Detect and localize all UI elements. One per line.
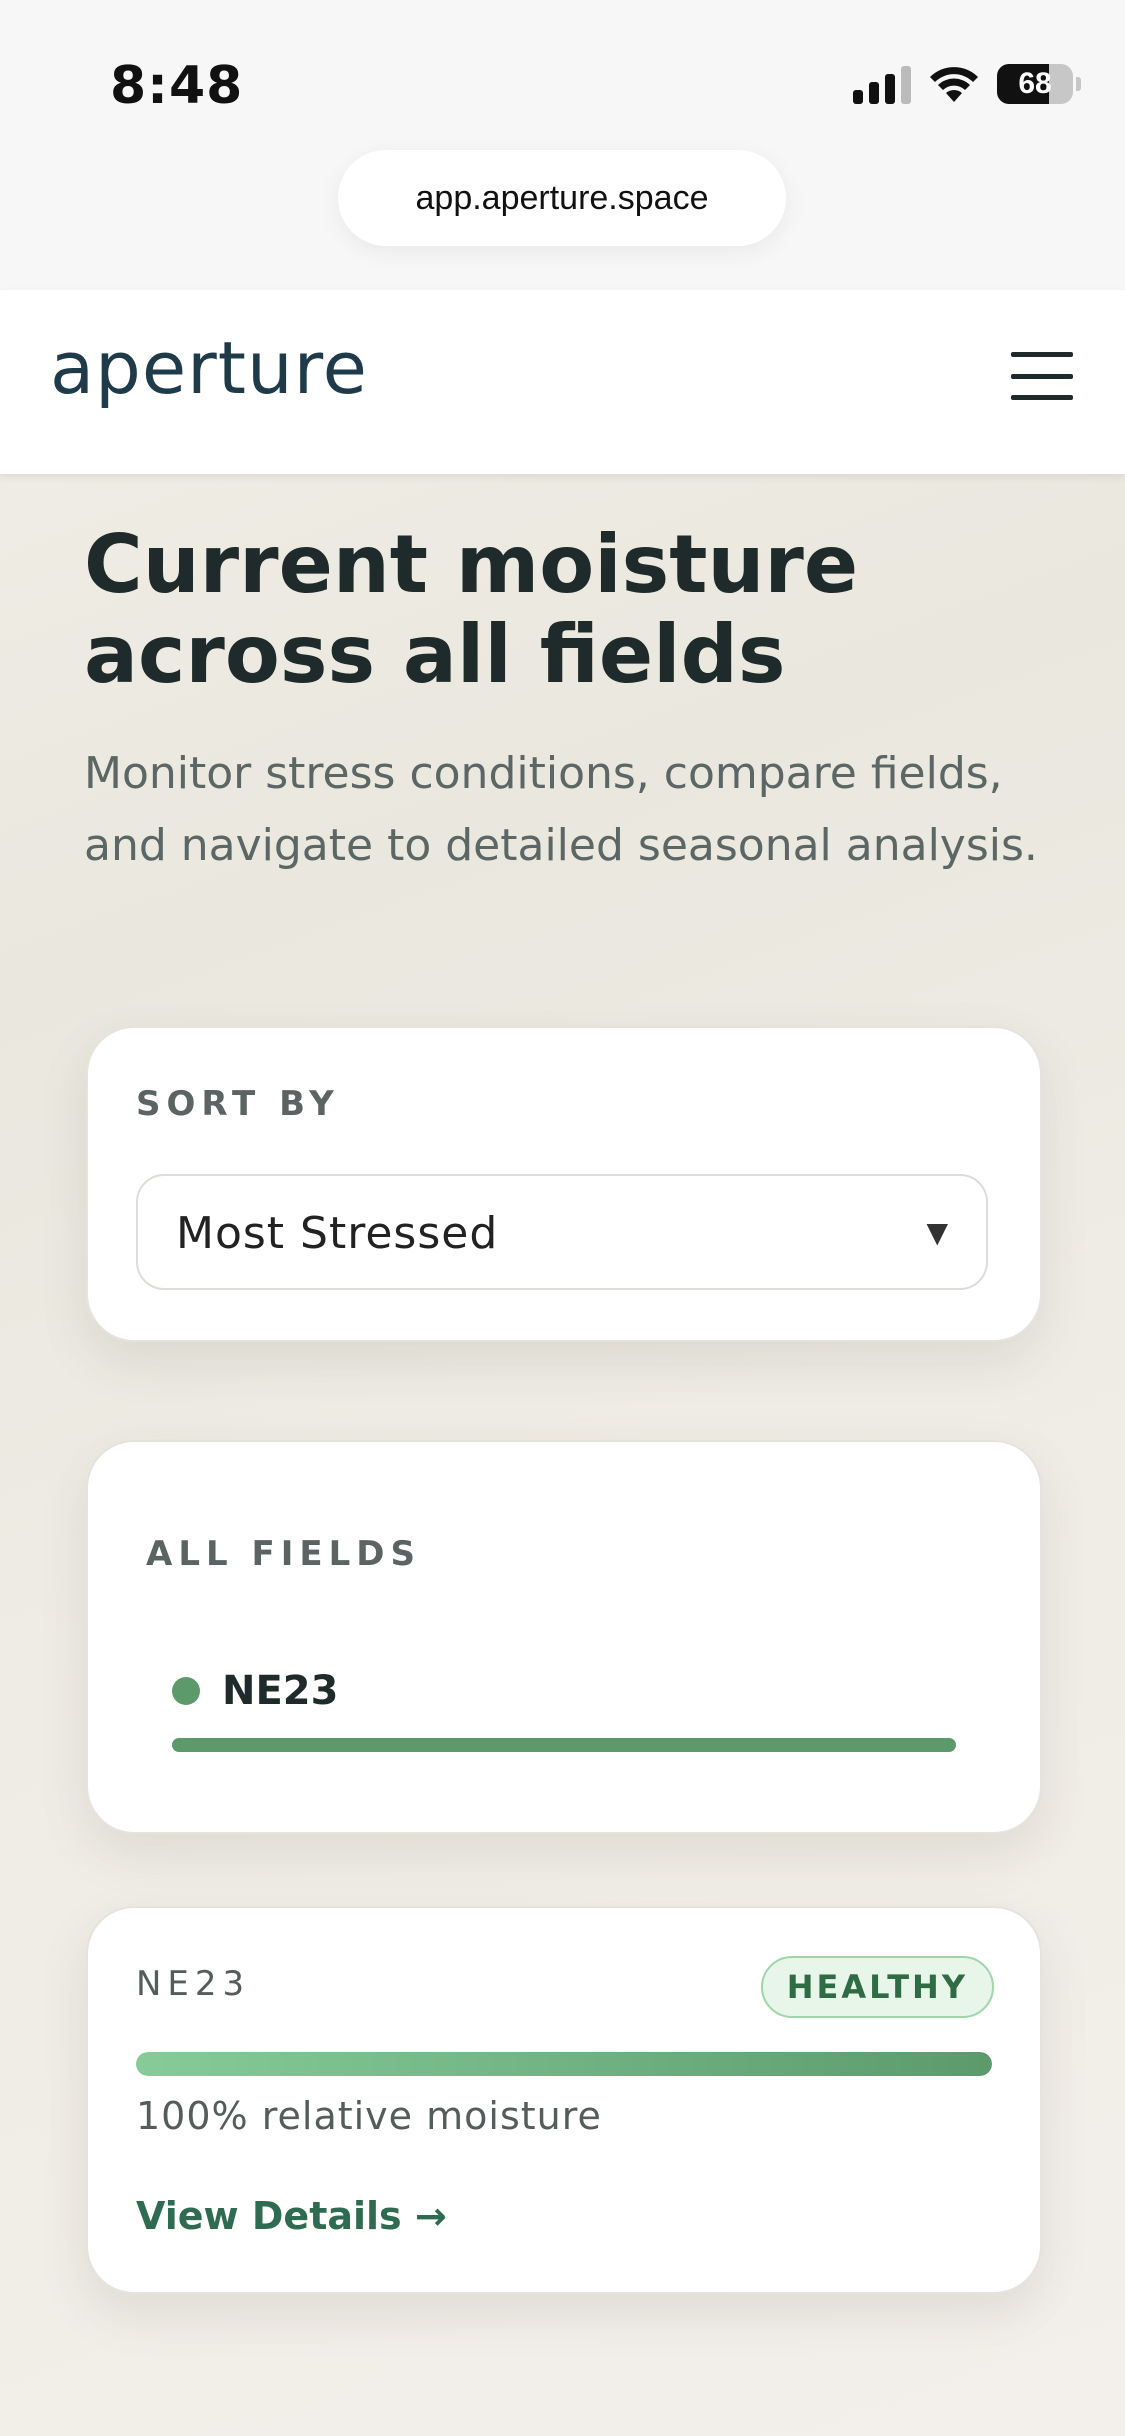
page-title: Current moisture across all fields <box>84 518 859 701</box>
field-list-item[interactable]: NE23 <box>172 1668 338 1714</box>
moisture-text: 100% relative moisture <box>136 2094 602 2138</box>
view-details-link[interactable]: View Details → <box>136 2194 447 2238</box>
moisture-progress-fill <box>136 2052 992 2076</box>
status-badge: HEALTHY <box>760 1956 994 2018</box>
status-time: 8:48 <box>110 56 244 116</box>
browser-chrome: 8:48 68 app.aperture.space <box>0 0 1125 300</box>
sort-label: SORT BY <box>136 1084 340 1124</box>
sort-card: SORT BY Most Stressed ▼ <box>86 1026 1042 1342</box>
cellular-signal-icon <box>853 64 911 104</box>
detail-field-name: NE23 <box>136 1964 251 2004</box>
status-dot-icon <box>172 1677 200 1705</box>
battery-icon: 68 <box>997 64 1081 104</box>
logo[interactable]: aperture <box>50 326 368 410</box>
url-text: app.aperture.space <box>415 178 709 217</box>
moisture-progress-bar <box>136 2052 992 2076</box>
app-header: aperture <box>0 290 1125 474</box>
page-subtitle: Monitor stress conditions, compare field… <box>84 748 1038 871</box>
all-fields-card: ALL FIELDS NE23 <box>86 1440 1042 1834</box>
field-name: NE23 <box>222 1668 339 1714</box>
url-bar[interactable]: app.aperture.space <box>338 150 786 246</box>
caret-down-icon: ▼ <box>926 1216 948 1249</box>
status-icons: 68 <box>853 64 1081 104</box>
field-moisture-bar <box>172 1738 956 1752</box>
field-detail-card: NE23 HEALTHY 100% relative moisture View… <box>86 1906 1042 2294</box>
sort-select[interactable]: Most Stressed ▼ <box>136 1174 988 1290</box>
hamburger-menu-icon[interactable] <box>1011 352 1073 400</box>
wifi-icon <box>930 67 978 102</box>
battery-level: 68 <box>1018 67 1052 100</box>
sort-selected-value: Most Stressed <box>176 1208 499 1259</box>
all-fields-label: ALL FIELDS <box>146 1534 421 1574</box>
